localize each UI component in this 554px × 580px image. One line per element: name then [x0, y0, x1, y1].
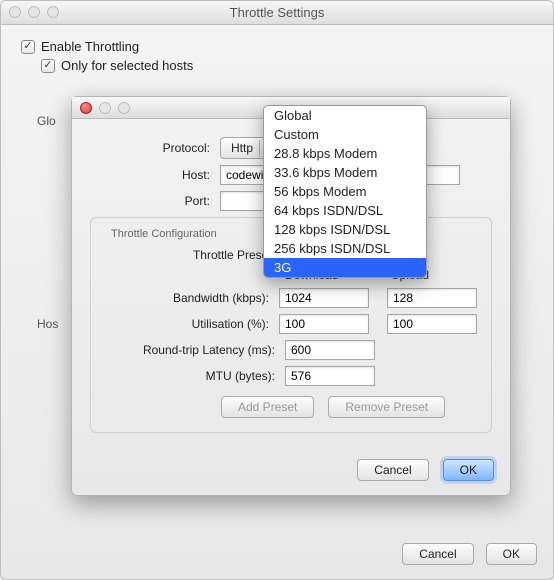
host-label: Host: — [90, 168, 210, 182]
preset-option[interactable]: 56 kbps Modem — [264, 182, 426, 201]
preset-option[interactable]: 28.8 kbps Modem — [264, 144, 426, 163]
close-icon[interactable] — [9, 6, 21, 18]
zoom-icon[interactable] — [47, 6, 59, 18]
utilisation-label: Utilisation (%): — [105, 317, 269, 331]
cancel-button[interactable]: Cancel — [402, 543, 473, 565]
bandwidth-upload-input[interactable] — [387, 288, 477, 308]
bandwidth-label: Bandwidth (kbps): — [105, 291, 269, 305]
dialog-traffic-lights — [80, 102, 130, 114]
only-selected-checkbox[interactable] — [41, 59, 55, 73]
enable-throttling-checkbox[interactable] — [21, 40, 35, 54]
preset-dropdown-popup: Global Custom 28.8 kbps Modem 33.6 kbps … — [263, 105, 427, 278]
minimize-icon — [99, 102, 111, 114]
preset-option[interactable]: 128 kbps ISDN/DSL — [264, 220, 426, 239]
ok-button[interactable]: OK — [486, 543, 537, 565]
preset-option[interactable]: 64 kbps ISDN/DSL — [264, 201, 426, 220]
dialog-footer: Cancel OK — [357, 459, 494, 481]
add-preset-button[interactable]: Add Preset — [221, 396, 314, 418]
preset-option[interactable]: 33.6 kbps Modem — [264, 163, 426, 182]
port-label: Port: — [90, 194, 210, 208]
utilisation-row: Utilisation (%): — [105, 314, 477, 334]
window-traffic-lights — [9, 6, 59, 18]
utilisation-download-input[interactable] — [279, 314, 369, 334]
preset-buttons: Add Preset Remove Preset — [221, 396, 477, 418]
window-footer: Cancel OK — [402, 543, 537, 565]
mtu-row: MTU (bytes): — [105, 366, 477, 386]
latency-label: Round-trip Latency (ms): — [105, 343, 275, 357]
window-titlebar: Throttle Settings — [1, 1, 553, 25]
preset-label: Throttle Preset: — [105, 248, 275, 262]
close-icon[interactable] — [80, 102, 92, 114]
dialog-cancel-button[interactable]: Cancel — [357, 459, 428, 481]
protocol-label: Protocol: — [90, 141, 210, 155]
bandwidth-row: Bandwidth (kbps): — [105, 288, 477, 308]
utilisation-upload-input[interactable] — [387, 314, 477, 334]
minimize-icon[interactable] — [28, 6, 40, 18]
mtu-label: MTU (bytes): — [105, 369, 275, 383]
preset-option[interactable]: Global — [264, 106, 426, 125]
preset-option[interactable]: 256 kbps ISDN/DSL — [264, 239, 426, 258]
only-selected-row: Only for selected hosts — [41, 58, 533, 73]
remove-preset-button[interactable]: Remove Preset — [328, 396, 445, 418]
enable-throttling-row: Enable Throttling — [21, 39, 533, 54]
background-group-label-2: Hos — [37, 317, 58, 331]
bandwidth-download-input[interactable] — [279, 288, 369, 308]
only-selected-label: Only for selected hosts — [61, 58, 193, 73]
background-group-label-1: Glo — [37, 114, 56, 128]
zoom-icon — [118, 102, 130, 114]
protocol-value: Http — [231, 141, 253, 155]
dialog-ok-button[interactable]: OK — [443, 459, 494, 481]
latency-row: Round-trip Latency (ms): — [105, 340, 477, 360]
window-title: Throttle Settings — [230, 5, 325, 20]
latency-input[interactable] — [285, 340, 375, 360]
preset-option[interactable]: Custom — [264, 125, 426, 144]
throttle-settings-window: Throttle Settings Enable Throttling Only… — [0, 0, 554, 580]
enable-throttling-label: Enable Throttling — [41, 39, 139, 54]
mtu-input[interactable] — [285, 366, 375, 386]
preset-option-selected[interactable]: 3G — [264, 258, 426, 277]
